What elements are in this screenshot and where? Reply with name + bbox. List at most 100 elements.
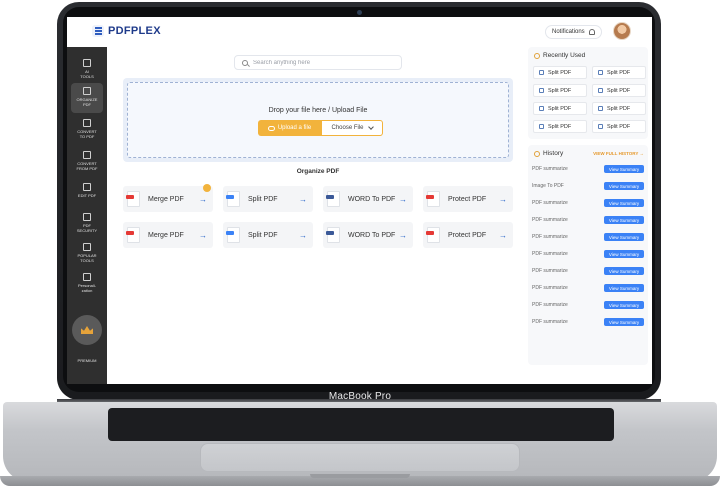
history-row: PDF summarize View Summary <box>532 266 644 276</box>
sidebar-item-1[interactable]: ORGANIZE PDF <box>71 83 103 113</box>
split-icon <box>539 106 544 111</box>
clock-icon <box>534 52 540 59</box>
file-badge <box>126 231 134 235</box>
history-item-name: PDF summarize <box>532 268 568 274</box>
avatar[interactable] <box>613 22 631 40</box>
view-summary-button[interactable]: View Summary <box>604 318 644 326</box>
sidebar-item-4[interactable]: EDIT PDF <box>71 179 103 209</box>
tool-label: Protect PDF <box>448 231 487 239</box>
sidebar-item-label: POPULAR TOOLS <box>77 253 97 263</box>
history-row: PDF summarize View Summary <box>532 283 644 293</box>
sidebar-item-icon <box>83 273 91 281</box>
arrow-right-icon: → <box>199 194 207 204</box>
tool-tile[interactable]: Protect PDF → <box>423 222 513 248</box>
file-icon <box>326 191 340 207</box>
sidebar-item-2[interactable]: CONVERT TO PDF <box>71 115 103 145</box>
history-row: PDF summarize View Summary <box>532 232 644 242</box>
sidebar-item-label: CONVERT TO PDF <box>77 129 97 139</box>
sidebar-item-icon <box>83 87 91 95</box>
view-summary-button[interactable]: View Summary <box>604 267 644 275</box>
recent-item-label: Split PDF <box>607 69 631 76</box>
arrow-right-icon: → <box>499 194 507 204</box>
file-icon <box>226 191 240 207</box>
recent-item[interactable]: Split PDF <box>533 120 587 133</box>
recent-item[interactable]: Split PDF <box>592 66 646 79</box>
recent-item[interactable]: Split PDF <box>533 84 587 97</box>
sidebar-item-label: Personali- zation <box>77 283 96 293</box>
view-summary-button[interactable]: View Summary <box>604 233 644 241</box>
recent-item[interactable]: Split PDF <box>592 102 646 115</box>
view-full-history-link[interactable]: VIEW FULL HISTORY → <box>593 151 644 156</box>
upload-dropzone[interactable]: Drop your file here / Upload File Upload… <box>123 78 513 162</box>
premium-button[interactable] <box>72 315 102 345</box>
recently-used-title: Recently Used <box>534 52 585 59</box>
tool-tile[interactable]: WORD To PDF → <box>323 186 413 212</box>
history-item-name: PDF summarize <box>532 251 568 257</box>
arrow-right-icon: → <box>299 230 307 240</box>
file-icon <box>226 227 240 243</box>
recent-item-label: Split PDF <box>607 105 631 112</box>
search-bar[interactable] <box>234 55 402 70</box>
sidebar-item-6[interactable]: POPULAR TOOLS <box>71 239 103 269</box>
view-summary-button[interactable]: View Summary <box>604 301 644 309</box>
camera-icon <box>357 10 362 15</box>
chevron-down-icon <box>367 124 374 130</box>
logo[interactable]: PDFPLEX <box>92 25 161 37</box>
app-name: PDFPLEX <box>108 25 161 37</box>
view-summary-button[interactable]: View Summary <box>604 250 644 258</box>
history-row: PDF summarize View Summary <box>532 249 644 259</box>
tool-tile[interactable]: Split PDF → <box>223 186 313 212</box>
view-summary-button[interactable]: View Summary <box>604 182 644 190</box>
tool-label: Merge PDF <box>148 195 184 203</box>
view-summary-button[interactable]: View Summary <box>604 165 644 173</box>
dropzone-prompt: Drop your file here / Upload File <box>268 107 368 114</box>
tool-tile[interactable]: Protect PDF → <box>423 186 513 212</box>
sidebar-item-icon <box>83 243 91 251</box>
view-summary-button[interactable]: View Summary <box>604 199 644 207</box>
tool-tile[interactable]: WORD To PDF → <box>323 222 413 248</box>
trackpad <box>200 443 520 472</box>
history-title: History <box>534 150 563 157</box>
arrow-right-icon: → <box>399 230 407 240</box>
view-summary-button[interactable]: View Summary <box>604 284 644 292</box>
choose-file-label: Choose File <box>331 125 364 131</box>
notifications-button[interactable]: Notifications <box>545 25 602 39</box>
tool-label: Split PDF <box>248 231 278 239</box>
sidebar-item-icon <box>83 119 91 127</box>
hot-badge-icon <box>203 184 211 192</box>
recent-item-label: Split PDF <box>548 105 572 112</box>
file-badge <box>426 195 434 199</box>
tool-tile[interactable]: Merge PDF → <box>123 222 213 248</box>
recent-item[interactable]: Split PDF <box>533 66 587 79</box>
tool-label: Split PDF <box>248 195 278 203</box>
upload-button[interactable]: Upload a file <box>258 120 321 136</box>
view-summary-button[interactable]: View Summary <box>604 216 644 224</box>
menu-icon[interactable] <box>92 25 104 37</box>
choose-file-dropdown[interactable]: Choose File <box>321 120 383 136</box>
split-icon <box>539 124 544 129</box>
history-row: PDF summarize View Summary <box>532 317 644 327</box>
sidebar-item-icon <box>83 213 91 221</box>
sidebar-item-label: PDF SECURITY <box>76 223 98 233</box>
history-item-name: PDF summarize <box>532 285 568 291</box>
history-icon <box>534 150 540 157</box>
tool-tile[interactable]: Merge PDF → <box>123 184 213 212</box>
recent-item[interactable]: Split PDF <box>592 120 646 133</box>
sidebar-item-0[interactable]: AI TOOLS <box>71 55 103 85</box>
sidebar-item-3[interactable]: CONVERT FROM PDF <box>71 147 103 177</box>
tool-tile[interactable]: Split PDF → <box>223 222 313 248</box>
sidebar-item-5[interactable]: PDF SECURITY <box>71 209 103 239</box>
split-icon <box>539 88 544 93</box>
sidebar-item-7[interactable]: Personali- zation <box>71 269 103 299</box>
history-item-name: PDF summarize <box>532 234 568 240</box>
search-input[interactable] <box>253 59 393 66</box>
recent-item[interactable]: Split PDF <box>592 84 646 97</box>
search-icon <box>242 59 248 66</box>
right-panel: Recently Used Split PDF Split PDF Split PD… <box>528 47 652 384</box>
file-badge <box>226 231 234 235</box>
recent-item[interactable]: Split PDF <box>533 102 587 115</box>
recent-item-label: Split PDF <box>607 87 631 94</box>
bell-icon <box>588 29 595 35</box>
tool-label: Merge PDF <box>148 231 184 239</box>
file-badge <box>226 195 234 199</box>
